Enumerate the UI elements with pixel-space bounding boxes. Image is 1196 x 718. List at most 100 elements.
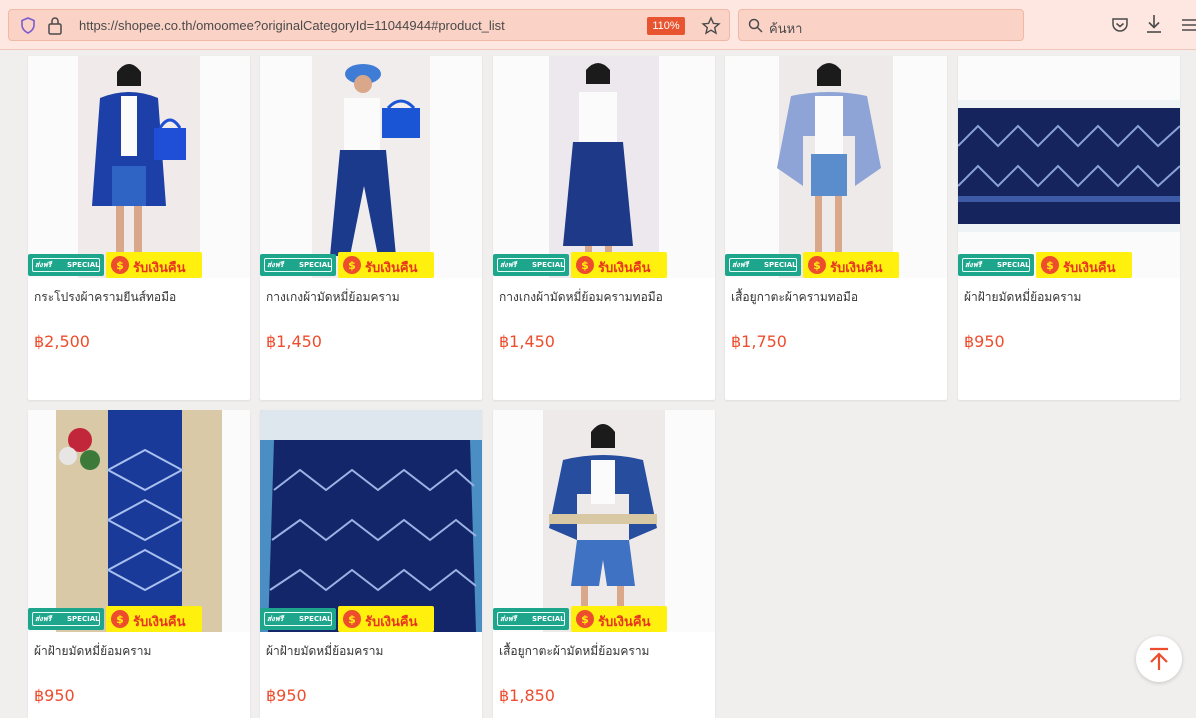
product-price: ฿1,750 <box>731 332 787 351</box>
search-input[interactable]: ค้นหา <box>769 18 802 39</box>
product-title[interactable]: กางเกงผ้ามัดหมี่ย้อมครามทอมือ <box>499 288 711 307</box>
special-label: SPECIAL <box>299 615 332 623</box>
product-image <box>28 56 250 278</box>
address-bar[interactable]: https://shopee.co.th/omoomee?originalCat… <box>8 9 730 41</box>
product-title[interactable]: ผ้าฝ้ายมัดหมี่ย้อมคราม <box>266 642 478 661</box>
product-card[interactable]: ส่งฟรี SPECIAL $ รับเงินคืน ผ้าฝ้ายมัดหม… <box>260 410 482 718</box>
product-title[interactable]: เสื้อยูกาตะผ้ามัดหมี่ย้อมคราม <box>499 642 711 661</box>
svg-text:$: $ <box>116 259 124 272</box>
product-title[interactable]: กางเกงผ้ามัดหมี่ย้อมคราม <box>266 288 478 307</box>
svg-text:$: $ <box>348 613 356 626</box>
svg-text:$: $ <box>1046 259 1054 272</box>
product-price: ฿1,850 <box>499 686 555 705</box>
product-price: ฿1,450 <box>499 332 555 351</box>
product-image <box>725 56 947 278</box>
product-card[interactable]: ส่งฟรี SPECIAL $ รับเงินคืน ผ้าฝ้ายมัดหม… <box>28 410 250 718</box>
product-price: ฿950 <box>964 332 1005 351</box>
promo-badges: ส่งฟรี SPECIAL $ รับเงินคืน <box>260 252 482 280</box>
free-shipping-special-badge: ส่งฟรี SPECIAL <box>958 254 1034 276</box>
promo-badges: ส่งฟรี SPECIAL $ รับเงินคืน <box>28 252 250 280</box>
svg-text:$: $ <box>581 613 589 626</box>
coin-icon: $ <box>111 256 129 274</box>
free-shipping-special-badge: ส่งฟรี SPECIAL <box>260 254 336 276</box>
free-shipping-special-badge: ส่งฟรี SPECIAL <box>493 608 569 630</box>
free-shipping-label: ส่งฟรี <box>732 261 749 269</box>
cashback-badge: $ รับเงินคืน <box>1036 252 1132 278</box>
bookmark-star-icon[interactable] <box>701 16 721 36</box>
coin-icon: $ <box>1041 256 1059 274</box>
promo-badges: ส่งฟรี SPECIAL $ รับเงินคืน <box>958 252 1180 280</box>
cashback-badge: $ รับเงินคืน <box>338 606 434 632</box>
zoom-level-badge[interactable]: 110% <box>647 17 685 35</box>
promo-badges: ส่งฟรี SPECIAL $ รับเงินคืน <box>725 252 947 280</box>
free-shipping-label: ส่งฟรี <box>500 261 517 269</box>
cashback-label: รับเงินคืน <box>365 261 418 276</box>
promo-badges: ส่งฟรี SPECIAL $ รับเงินคืน <box>493 606 715 634</box>
free-shipping-label: ส่งฟรี <box>267 615 284 623</box>
promo-badges: ส่งฟรี SPECIAL $ รับเงินคืน <box>260 606 482 634</box>
product-card[interactable]: ส่งฟรี SPECIAL $ รับเงินคืน กางเกงผ้ามัด… <box>493 56 715 400</box>
cashback-label: รับเงินคืน <box>1063 261 1116 276</box>
lock-icon[interactable] <box>47 16 63 35</box>
product-card[interactable]: ส่งฟรี SPECIAL $ รับเงินคืน กระโปรงผ้าคร… <box>28 56 250 400</box>
back-to-top-button[interactable] <box>1136 636 1182 682</box>
product-title[interactable]: กระโปรงผ้าครามยีนส์ทอมือ <box>34 288 246 307</box>
product-card[interactable]: ส่งฟรี SPECIAL $ รับเงินคืน กางเกงผ้ามัด… <box>260 56 482 400</box>
arrow-up-icon <box>1150 647 1168 670</box>
product-image <box>493 56 715 278</box>
special-label: SPECIAL <box>997 261 1030 269</box>
pocket-icon[interactable] <box>1110 15 1130 35</box>
coin-icon: $ <box>343 610 361 628</box>
free-shipping-special-badge: ส่งฟรี SPECIAL <box>28 254 104 276</box>
promo-badges: ส่งฟรี SPECIAL $ รับเงินคืน <box>493 252 715 280</box>
product-card[interactable]: ส่งฟรี SPECIAL $ รับเงินคืน เสื้อยูกาตะผ… <box>725 56 947 400</box>
download-icon[interactable] <box>1144 13 1164 35</box>
special-label: SPECIAL <box>532 615 565 623</box>
product-card[interactable]: ส่งฟรี SPECIAL $ รับเงินคืน ผ้าฝ้ายมัดหม… <box>958 56 1180 400</box>
cashback-badge: $ รับเงินคืน <box>571 606 667 632</box>
cashback-label: รับเงินคืน <box>598 615 651 630</box>
special-label: SPECIAL <box>67 615 100 623</box>
promo-badges: ส่งฟรี SPECIAL $ รับเงินคืน <box>28 606 250 634</box>
product-price: ฿2,500 <box>34 332 90 351</box>
free-shipping-label: ส่งฟรี <box>500 615 517 623</box>
product-card[interactable]: ส่งฟรี SPECIAL $ รับเงินคืน เสื้อยูกาตะผ… <box>493 410 715 718</box>
free-shipping-special-badge: ส่งฟรี SPECIAL <box>260 608 336 630</box>
free-shipping-label: ส่งฟรี <box>267 261 284 269</box>
free-shipping-label: ส่งฟรี <box>965 261 982 269</box>
cashback-label: รับเงินคืน <box>133 615 186 630</box>
svg-text:$: $ <box>813 259 821 272</box>
cashback-label: รับเงินคืน <box>365 615 418 630</box>
product-title[interactable]: เสื้อยูกาตะผ้าครามทอมือ <box>731 288 943 307</box>
svg-text:$: $ <box>116 613 124 626</box>
product-title[interactable]: ผ้าฝ้ายมัดหมี่ย้อมคราม <box>964 288 1176 307</box>
shield-icon[interactable] <box>20 17 36 34</box>
free-shipping-special-badge: ส่งฟรี SPECIAL <box>28 608 104 630</box>
free-shipping-special-badge: ส่งฟรี SPECIAL <box>493 254 569 276</box>
coin-icon: $ <box>576 610 594 628</box>
product-image <box>493 410 715 632</box>
cashback-badge: $ รับเงินคืน <box>106 606 202 632</box>
svg-text:$: $ <box>348 259 356 272</box>
browser-toolbar: https://shopee.co.th/omoomee?originalCat… <box>0 0 1196 50</box>
search-box[interactable]: ค้นหา <box>738 9 1024 41</box>
product-image <box>260 56 482 278</box>
product-image <box>958 56 1180 278</box>
product-image <box>260 410 482 632</box>
cashback-label: รับเงินคืน <box>133 261 186 276</box>
free-shipping-label: ส่งฟรี <box>35 261 52 269</box>
cashback-badge: $ รับเงินคืน <box>803 252 899 278</box>
product-price: ฿950 <box>34 686 75 705</box>
cashback-badge: $ รับเงินคืน <box>338 252 434 278</box>
hamburger-menu-icon[interactable] <box>1182 18 1196 32</box>
cashback-badge: $ รับเงินคืน <box>571 252 667 278</box>
special-label: SPECIAL <box>764 261 797 269</box>
coin-icon: $ <box>576 256 594 274</box>
coin-icon: $ <box>808 256 826 274</box>
url-text[interactable]: https://shopee.co.th/omoomee?originalCat… <box>79 18 505 33</box>
product-title[interactable]: ผ้าฝ้ายมัดหมี่ย้อมคราม <box>34 642 246 661</box>
search-icon <box>748 18 763 33</box>
coin-icon: $ <box>111 610 129 628</box>
special-label: SPECIAL <box>299 261 332 269</box>
cashback-label: รับเงินคืน <box>830 261 883 276</box>
